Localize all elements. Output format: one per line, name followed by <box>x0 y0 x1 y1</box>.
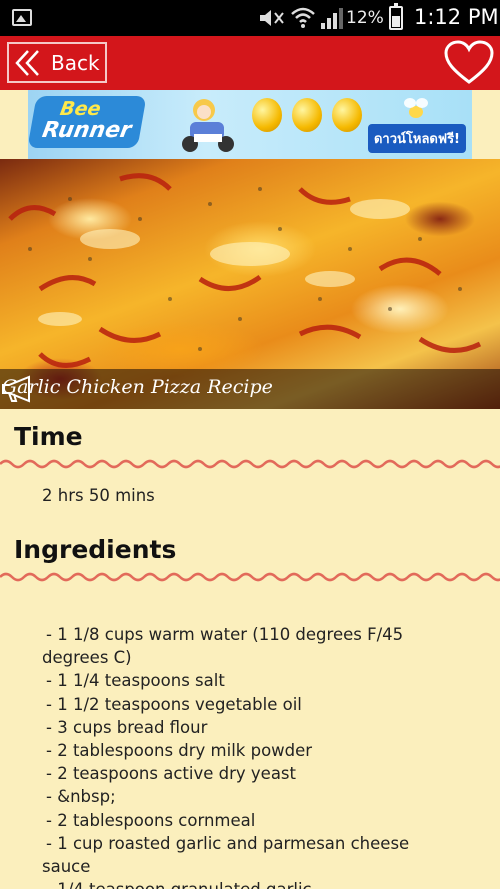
list-item: - &nbsp; <box>46 787 116 807</box>
megaphone-icon[interactable] <box>0 375 36 403</box>
list-item: - 1 cup roasted garlic and parmesan chee… <box>42 833 410 877</box>
signal-icon <box>321 8 343 29</box>
list-item: - 1 1/4 teaspoons salt <box>46 671 225 691</box>
heart-icon[interactable] <box>443 40 495 86</box>
ad-cta: ดาวน์โหลดฟรี! <box>367 124 466 153</box>
wifi-icon <box>291 7 315 28</box>
wave-divider <box>0 459 500 469</box>
list-item: - 3 cups bread flour <box>46 717 208 737</box>
coin-icon <box>252 98 282 132</box>
app-bar: Back <box>0 36 500 90</box>
recipe-hero-image: Garlic Chicken Pizza Recipe <box>0 159 500 409</box>
ad-brand-line1: Bee <box>58 98 103 120</box>
back-label: Back <box>51 50 100 75</box>
recipe-title: Garlic Chicken Pizza Recipe <box>2 376 273 398</box>
list-item: - 2 teaspoons active dry yeast <box>46 764 296 784</box>
coin-icon <box>332 98 362 132</box>
battery-percentage: 12% <box>346 8 384 28</box>
coin-icon <box>292 98 322 132</box>
list-item: - 1 1/8 cups warm water (110 degrees F/4… <box>42 625 404 668</box>
clock: 1:12 PM <box>414 5 499 29</box>
mute-icon <box>260 10 284 26</box>
recipe-title-bar: Garlic Chicken Pizza Recipe <box>0 369 500 409</box>
wave-divider <box>0 572 500 582</box>
status-bar: 12% 1:12 PM <box>0 0 500 36</box>
ad-character-illustration <box>182 99 234 152</box>
back-button[interactable]: Back <box>7 42 107 83</box>
double-chevron-left-icon <box>15 49 39 76</box>
ad-banner[interactable]: Bee Runner ดาวน์โหลดฟรี! <box>28 90 472 159</box>
battery-icon <box>389 3 403 30</box>
list-item: - 2 tablespoons dry milk powder <box>46 741 313 761</box>
time-value: 2 hrs 50 mins <box>42 486 155 505</box>
time-heading: Time <box>14 422 83 451</box>
list-item: - 1/4 teaspoon granulated garlic <box>42 878 462 889</box>
bee-icon <box>404 98 428 118</box>
ingredients-heading: Ingredients <box>14 535 177 564</box>
list-item: - 1 1/2 teaspoons vegetable oil <box>46 694 302 714</box>
list-item: - 2 tablespoons cornmeal <box>46 810 256 830</box>
notification-image-icon <box>12 9 32 26</box>
ad-brand-line2: Runner <box>40 118 134 143</box>
ingredients-list: - 1 1/8 cups warm water (110 degrees F/4… <box>42 623 462 889</box>
ad-logo: Bee Runner <box>28 96 147 148</box>
